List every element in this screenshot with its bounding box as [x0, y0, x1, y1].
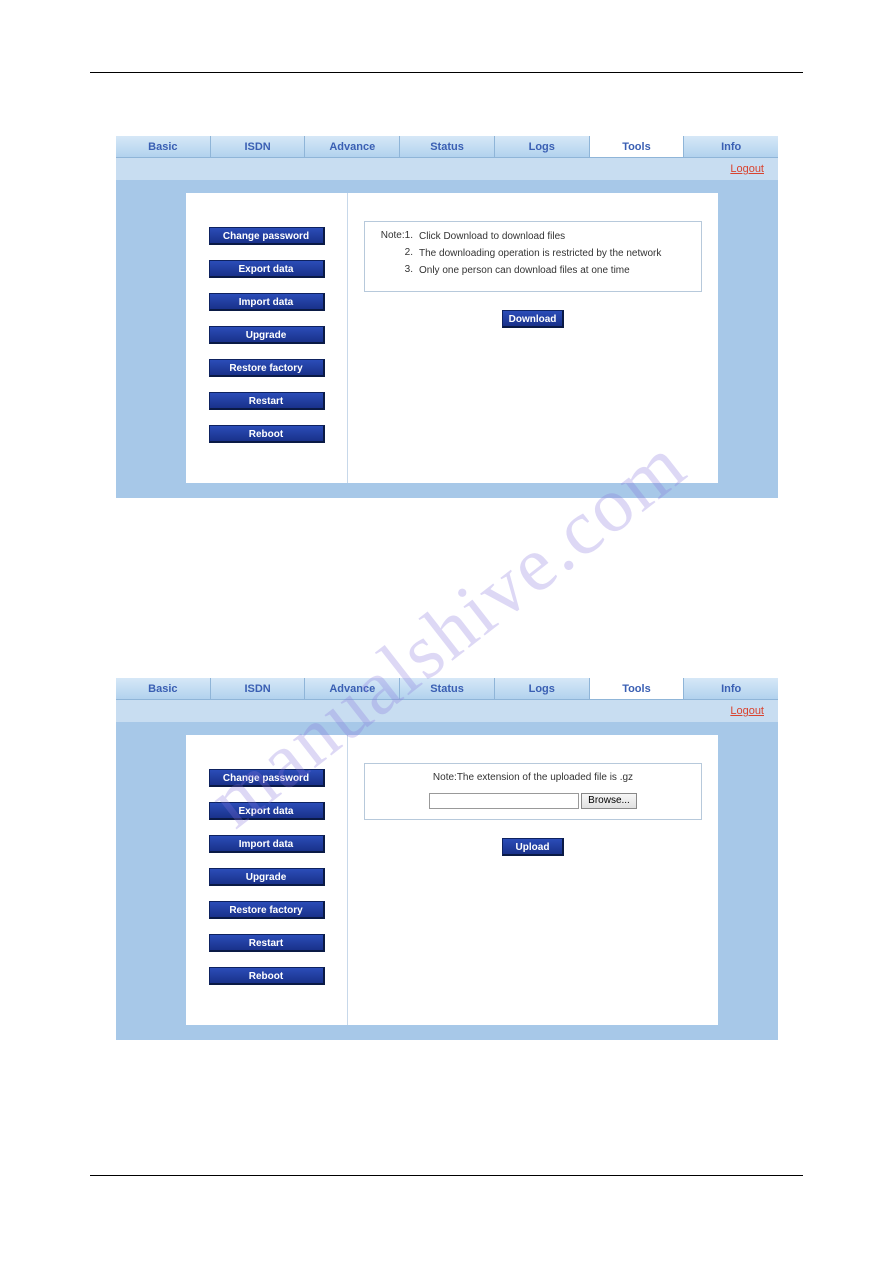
- sidebar-export-data[interactable]: Export data: [209, 260, 325, 278]
- sidebar-export-data[interactable]: Export data: [209, 802, 325, 820]
- browse-button[interactable]: Browse...: [581, 793, 637, 809]
- note-number-3: 3.: [375, 264, 419, 277]
- tab-status[interactable]: Status: [400, 136, 495, 157]
- logout-row: Logout: [116, 158, 778, 180]
- tab-isdn[interactable]: ISDN: [211, 678, 306, 699]
- sidebar-change-password[interactable]: Change password: [209, 227, 325, 245]
- sidebar-reboot[interactable]: Reboot: [209, 425, 325, 443]
- note-text: Note:The extension of the uploaded file …: [375, 772, 691, 783]
- tab-bar: Basic ISDN Advance Status Logs Tools Inf…: [116, 136, 778, 158]
- tab-logs[interactable]: Logs: [495, 678, 590, 699]
- sidebar-restore-factory[interactable]: Restore factory settings: [209, 901, 325, 919]
- note-text-3: Only one person can download files at on…: [419, 264, 691, 277]
- tab-status[interactable]: Status: [400, 678, 495, 699]
- tab-basic[interactable]: Basic: [116, 678, 211, 699]
- logout-link[interactable]: Logout: [730, 163, 764, 175]
- screenshot-export: Basic ISDN Advance Status Logs Tools Inf…: [116, 136, 778, 498]
- download-button[interactable]: Download: [502, 310, 564, 328]
- logout-row: Logout: [116, 700, 778, 722]
- main-content: Note:1. Click Download to download files…: [348, 193, 718, 483]
- sidebar-reboot[interactable]: Reboot: [209, 967, 325, 985]
- note-box: Note:The extension of the uploaded file …: [364, 763, 702, 820]
- tab-tools[interactable]: Tools: [590, 678, 685, 699]
- file-chooser-row: Browse...: [375, 793, 691, 809]
- sidebar-upgrade[interactable]: Upgrade: [209, 868, 325, 886]
- sidebar-import-data[interactable]: Import data: [209, 835, 325, 853]
- tab-info[interactable]: Info: [684, 136, 778, 157]
- workspace: Change password Export data Import data …: [186, 735, 718, 1025]
- tab-info[interactable]: Info: [684, 678, 778, 699]
- tab-tools[interactable]: Tools: [590, 136, 685, 157]
- tab-bar: Basic ISDN Advance Status Logs Tools Inf…: [116, 678, 778, 700]
- tab-advance[interactable]: Advance: [305, 678, 400, 699]
- sidebar-restore-factory[interactable]: Restore factory settings: [209, 359, 325, 377]
- logout-link[interactable]: Logout: [730, 705, 764, 717]
- note-text-2: The downloading operation is restricted …: [419, 247, 691, 260]
- sidebar-restart[interactable]: Restart: [209, 934, 325, 952]
- sidebar: Change password Export data Import data …: [186, 193, 348, 483]
- tab-advance[interactable]: Advance: [305, 136, 400, 157]
- bottom-rule: [90, 1175, 803, 1176]
- sidebar-change-password[interactable]: Change password: [209, 769, 325, 787]
- top-rule: [90, 72, 803, 73]
- sidebar: Change password Export data Import data …: [186, 735, 348, 1025]
- tab-logs[interactable]: Logs: [495, 136, 590, 157]
- sidebar-import-data[interactable]: Import data: [209, 293, 325, 311]
- upload-button[interactable]: Upload: [502, 838, 564, 856]
- note-label: Note:1.: [375, 230, 419, 243]
- screenshot-import: Basic ISDN Advance Status Logs Tools Inf…: [116, 678, 778, 1040]
- note-number-2: 2.: [375, 247, 419, 260]
- tab-basic[interactable]: Basic: [116, 136, 211, 157]
- note-box: Note:1. Click Download to download files…: [364, 221, 702, 292]
- sidebar-upgrade[interactable]: Upgrade: [209, 326, 325, 344]
- sidebar-restart[interactable]: Restart: [209, 392, 325, 410]
- note-text-1: Click Download to download files: [419, 230, 691, 243]
- tab-isdn[interactable]: ISDN: [211, 136, 306, 157]
- main-content: Note:The extension of the uploaded file …: [348, 735, 718, 1025]
- file-path-input[interactable]: [429, 793, 579, 809]
- workspace: Change password Export data Import data …: [186, 193, 718, 483]
